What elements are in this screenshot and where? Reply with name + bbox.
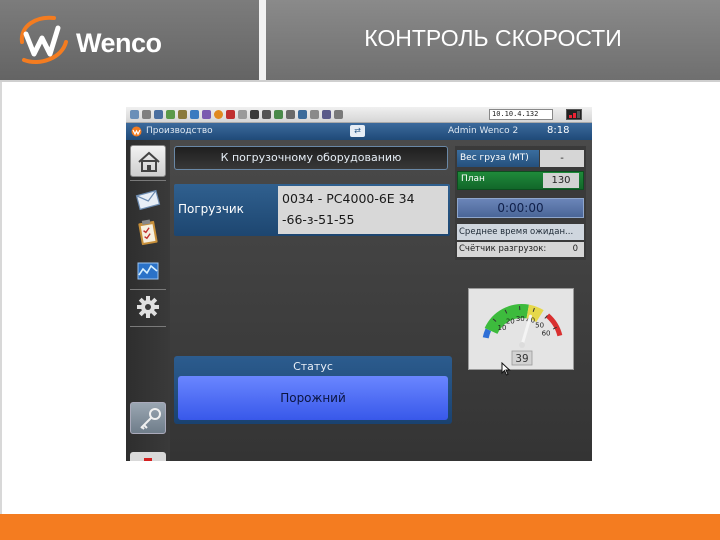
home-icon [138, 151, 160, 172]
toolbar-icon[interactable] [238, 110, 247, 119]
nav-emergency-button[interactable] [130, 452, 166, 461]
link-icon[interactable]: ⇄ [350, 125, 365, 137]
status-label: Статус [293, 360, 333, 373]
app-screenshot: 10.10.4.132 Производство ⇄ Admin Wenco 2… [126, 107, 592, 461]
toolbar-icon[interactable] [250, 110, 259, 119]
gauge-tick-label: 30 [516, 315, 525, 323]
toolbar-icon[interactable] [142, 110, 151, 119]
go-to-loader-button[interactable]: К погрузочному оборудованию [174, 146, 448, 170]
toolbar-icon[interactable] [298, 110, 307, 119]
gear-icon [137, 296, 159, 318]
logo-area: Wenco [0, 0, 262, 80]
wenco-logo-icon [19, 15, 68, 64]
average-wait-label: Среднее время ожидан... [457, 224, 584, 240]
status-panel: Статус Порожний [174, 356, 452, 424]
gauge-arc-blue [482, 328, 492, 339]
plan-value: 130 [543, 173, 579, 188]
user-name: Admin Wenco 2 [448, 126, 519, 136]
unload-counter-value: 0 [572, 244, 578, 254]
toolbar-icon[interactable] [262, 110, 271, 119]
loader-panel[interactable]: Погрузчик 0034 - PC4000-6E 34 -66-з-51-5… [174, 184, 450, 236]
gauge-tick-label: 60 [542, 330, 551, 338]
toolbar-icon[interactable] [178, 110, 187, 119]
plan-box: План 130 [457, 171, 584, 190]
header-bottom-line [0, 80, 720, 82]
toolbar-icon[interactable] [190, 110, 199, 119]
info-panel: Вес груза (МТ) - План 130 0:00:00 Средне… [455, 146, 586, 260]
slide-header: Wenco КОНТРОЛЬ СКОРОСТИ [0, 0, 720, 80]
speedometer: 102030405060 39 [468, 288, 574, 370]
nav-login-button[interactable] [130, 402, 166, 434]
load-weight-value: - [540, 150, 584, 167]
status-button[interactable]: Порожний [178, 376, 448, 420]
logo-text: Wenco [76, 28, 162, 58]
nav-home-button[interactable] [130, 145, 166, 177]
toolbar-icon[interactable] [154, 110, 163, 119]
mail-icon [135, 189, 161, 211]
toolbar-icon[interactable] [214, 110, 223, 119]
toolbar-icon[interactable] [130, 110, 139, 119]
key-icon [140, 408, 161, 430]
nav-messages-button[interactable] [130, 184, 166, 216]
nav-checklist-button[interactable] [130, 217, 166, 249]
clipboard-icon [138, 219, 158, 246]
loader-value-line: -66-з-51-55 [282, 212, 355, 227]
toolbar-icon[interactable] [334, 110, 343, 119]
clock: 8:18 [547, 125, 570, 136]
load-weight-label: Вес груза (МТ) [457, 150, 539, 167]
loader-value-line: 0034 - PC4000-6E 34 [282, 191, 415, 206]
side-nav [126, 140, 170, 461]
speed-readout: 39 [515, 352, 528, 365]
toolbar-icon[interactable] [274, 110, 283, 119]
app-titlebar: Производство ⇄ Admin Wenco 2 8:18 [126, 123, 592, 140]
toolbar-icon[interactable] [202, 110, 211, 119]
signal-icon [566, 109, 582, 120]
loader-label: Погрузчик [178, 202, 244, 216]
header-divider [259, 0, 266, 80]
system-toolbar: 10.10.4.132 [126, 107, 592, 123]
gauge-tick-label: 20 [506, 318, 515, 326]
toolbar-icon[interactable] [226, 110, 235, 119]
speedometer-gauge: 102030405060 39 [482, 304, 563, 366]
screen-title: Производство [146, 126, 213, 136]
nav-separator [130, 289, 166, 290]
toolbar-icon[interactable] [322, 110, 331, 119]
footer-bar [0, 514, 720, 540]
toolbar-icon[interactable] [286, 110, 295, 119]
app-logo-icon [131, 126, 142, 137]
chart-icon [137, 262, 159, 280]
first-aid-icon [144, 458, 152, 461]
slide-title: КОНТРОЛЬ СКОРОСТИ [364, 25, 622, 51]
slide-left-border [0, 82, 2, 514]
unload-counter-label: Счётчик разгрузок: [459, 244, 547, 254]
ip-address-field[interactable]: 10.10.4.132 [489, 109, 553, 120]
gauge-tick-label: 50 [535, 322, 544, 330]
mouse-cursor-icon [501, 362, 511, 376]
unload-counter: Счётчик разгрузок: 0 [457, 242, 584, 257]
nav-reports-button[interactable] [130, 255, 166, 287]
plan-label: План [461, 174, 485, 184]
speedometer-hub [519, 342, 525, 348]
nav-settings-button[interactable] [130, 291, 166, 323]
nav-separator [130, 326, 166, 327]
toolbar-icon[interactable] [166, 110, 175, 119]
timer-display: 0:00:00 [457, 198, 584, 218]
nav-separator [130, 180, 166, 181]
toolbar-icon[interactable] [310, 110, 319, 119]
loader-value: 0034 - PC4000-6E 34 -66-з-51-55 [278, 186, 448, 234]
